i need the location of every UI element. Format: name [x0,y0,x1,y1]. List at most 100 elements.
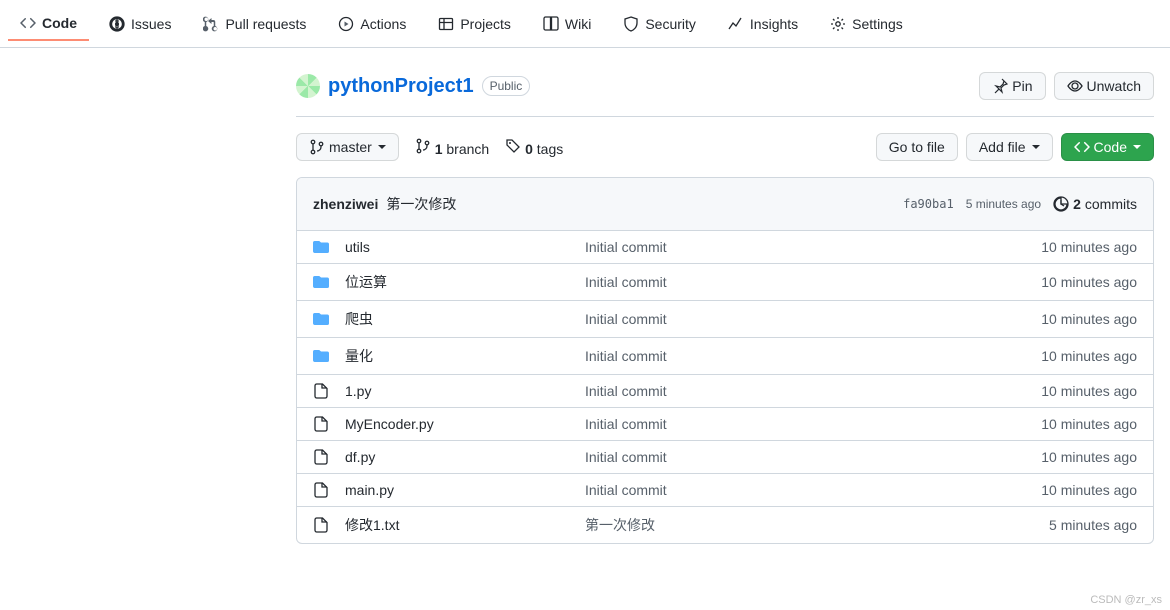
tab-insights-label: Insights [750,16,798,32]
file-commit-time: 10 minutes ago [1041,449,1137,465]
tab-security[interactable]: Security [611,8,708,40]
repo-nav: Code Issues Pull requests Actions Projec… [0,0,1170,48]
file-commit-message[interactable]: Initial commit [585,311,1041,327]
file-name-link[interactable]: 1.py [345,383,371,399]
file-commit-message[interactable]: Initial commit [585,449,1041,465]
file-name-link[interactable]: 量化 [345,348,373,364]
file-name-link[interactable]: utils [345,239,370,255]
file-commit-time: 10 minutes ago [1041,274,1137,290]
file-commit-time: 10 minutes ago [1041,416,1137,432]
repo-header: pythonProject1 Public Pin Unwatch [296,72,1154,117]
play-icon [338,16,354,32]
file-name-link[interactable]: main.py [345,482,394,498]
code-icon [1074,139,1090,155]
file-row: df.py Initial commit10 minutes ago [297,441,1153,474]
repo-avatar-icon [296,74,320,98]
tab-actions[interactable]: Actions [326,8,418,40]
tab-insights[interactable]: Insights [716,8,810,40]
tab-wiki-label: Wiki [565,16,591,32]
code-button[interactable]: Code [1061,133,1154,161]
code-label: Code [1094,139,1127,155]
file-name-link[interactable]: 位运算 [345,274,387,290]
tab-wiki[interactable]: Wiki [531,8,603,40]
tab-projects[interactable]: Projects [426,8,523,40]
branch-count: 1 [435,141,443,157]
add-file-button[interactable]: Add file [966,133,1053,161]
file-commit-message[interactable]: Initial commit [585,482,1041,498]
history-icon [1053,196,1069,212]
branch-icon [415,138,431,154]
tab-actions-label: Actions [360,16,406,32]
file-commit-time: 5 minutes ago [1049,517,1137,533]
pin-label: Pin [1012,78,1032,94]
file-commit-message[interactable]: Initial commit [585,239,1041,255]
branch-count-label: branch [446,141,489,157]
eye-icon [1067,78,1083,94]
file-row: 修改1.txt 第一次修改5 minutes ago [297,507,1153,543]
file-commit-message[interactable]: Initial commit [585,383,1041,399]
tab-pulls[interactable]: Pull requests [191,8,318,40]
file-commit-message[interactable]: 第一次修改 [585,515,1049,535]
branches-link[interactable]: 1 branch [415,138,489,157]
file-commit-time: 10 minutes ago [1041,383,1137,399]
repo-name[interactable]: pythonProject1 [328,75,474,98]
caret-down-icon [1032,145,1040,149]
branch-selector[interactable]: master [296,133,399,161]
file-commit-message[interactable]: Initial commit [585,274,1041,290]
file-row: 爬虫 Initial commit10 minutes ago [297,301,1153,338]
file-row: utilsInitial commit10 minutes ago [297,231,1153,264]
add-file-label: Add file [979,139,1026,155]
tab-issues-label: Issues [131,16,171,32]
tab-security-label: Security [645,16,696,32]
commit-author[interactable]: zhenziwei [313,196,378,212]
file-name-link[interactable]: 修改1.txt [345,517,399,533]
file-commit-time: 10 minutes ago [1041,311,1137,327]
file-row: 1.py Initial commit10 minutes ago [297,375,1153,408]
file-commit-time: 10 minutes ago [1041,348,1137,364]
folder-icon [313,311,329,327]
file-row: 量化 Initial commit10 minutes ago [297,338,1153,375]
folder-icon [313,274,329,290]
file-icon [313,449,329,465]
file-toolbar: master 1 branch 0 tags Go to file Add fi… [296,133,1154,161]
watermark: CSDN @zr_xs [1090,594,1162,606]
file-commit-message[interactable]: Initial commit [585,416,1041,432]
code-icon [20,15,36,31]
file-name-link[interactable]: MyEncoder.py [345,416,434,432]
latest-commit-bar: zhenziwei 第一次修改 fa90ba1 5 minutes ago 2 … [297,178,1153,231]
commit-message[interactable]: 第一次修改 [386,194,456,214]
file-icon [313,383,329,399]
pin-button[interactable]: Pin [979,72,1045,100]
unwatch-label: Unwatch [1087,78,1141,94]
commits-count: 2 [1073,196,1081,212]
table-icon [438,16,454,32]
book-icon [543,16,559,32]
pull-request-icon [203,16,219,32]
tab-issues[interactable]: Issues [97,8,183,40]
unwatch-button[interactable]: Unwatch [1054,72,1154,100]
commits-link[interactable]: 2 commits [1053,196,1137,212]
tab-pulls-label: Pull requests [225,16,306,32]
commit-sha[interactable]: fa90ba1 [903,197,954,211]
folder-icon [313,239,329,255]
file-name-link[interactable]: 爬虫 [345,311,373,327]
shield-icon [623,16,639,32]
go-to-file-button[interactable]: Go to file [876,133,958,161]
folder-icon [313,348,329,364]
tags-link[interactable]: 0 tags [505,138,563,157]
pin-icon [992,78,1008,94]
file-commit-message[interactable]: Initial commit [585,348,1041,364]
file-icon [313,482,329,498]
file-commit-time: 10 minutes ago [1041,482,1137,498]
file-name-link[interactable]: df.py [345,449,375,465]
tab-projects-label: Projects [460,16,511,32]
tab-settings[interactable]: Settings [818,8,915,40]
file-row: MyEncoder.py Initial commit10 minutes ago [297,408,1153,441]
gear-icon [830,16,846,32]
visibility-badge: Public [482,76,531,96]
tag-icon [505,138,521,154]
branch-icon [309,139,325,155]
file-icon [313,416,329,432]
file-listing: zhenziwei 第一次修改 fa90ba1 5 minutes ago 2 … [296,177,1154,544]
tab-code[interactable]: Code [8,7,89,41]
